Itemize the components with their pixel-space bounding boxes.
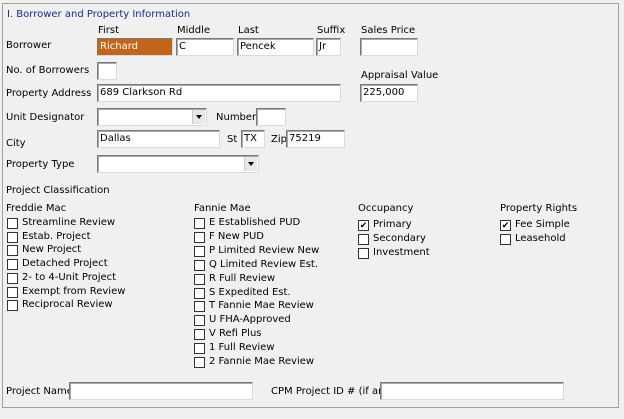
- appraisal-label: Appraisal Value: [361, 70, 439, 81]
- unit-designator-label: Unit Designator: [6, 112, 85, 123]
- section-title: I. Borrower and Property Information: [7, 9, 191, 20]
- cpm-project-id-field[interactable]: [380, 382, 564, 400]
- property-rights-checkbox-label: Fee Simple: [515, 219, 570, 230]
- header-first: First: [98, 25, 120, 36]
- fannie-mae-title: Fannie Mae: [194, 203, 251, 214]
- property-address-label: Property Address: [6, 88, 92, 99]
- property-address-field[interactable]: 689 Clarkson Rd: [97, 84, 341, 102]
- freddie-mac-checkbox-label: Reciprocal Review: [22, 299, 113, 311]
- occupancy-checkbox-label: Secondary: [373, 232, 426, 244]
- fannie-mae-checkbox-label: T Fannie Mae Review: [209, 300, 314, 312]
- fannie-mae-checkbox-label: U FHA-Approved: [209, 314, 291, 326]
- fannie-mae-checkbox-label: F New PUD: [209, 230, 264, 242]
- freddie-mac-checkbox-label: Estab. Project: [22, 230, 91, 242]
- fannie-mae-checkbox[interactable]: [194, 231, 205, 243]
- freddie-mac-checkbox[interactable]: [7, 245, 18, 257]
- unit-designator-dropdown[interactable]: [97, 108, 207, 126]
- header-middle: Middle: [177, 25, 211, 36]
- fannie-mae-checkbox[interactable]: [194, 329, 205, 341]
- property-type-label: Property Type: [6, 159, 75, 170]
- first-name-field[interactable]: Richard: [97, 38, 173, 56]
- fannie-mae-checkbox[interactable]: [194, 287, 205, 299]
- fannie-mae-checkbox[interactable]: [194, 301, 205, 313]
- fannie-mae-checkbox-label: 2 Fannie Mae Review: [209, 356, 315, 367]
- freddie-mac-checkbox[interactable]: [7, 272, 18, 284]
- suffix-field[interactable]: Jr: [316, 38, 341, 56]
- last-name-field[interactable]: Pencek: [237, 38, 314, 56]
- occupancy-title: Occupancy: [358, 203, 414, 214]
- zip-label: Zip: [271, 134, 287, 145]
- num-borrowers-label: No. of Borrowers: [6, 65, 90, 76]
- property-rights-checkbox-label: Leasehold: [515, 232, 566, 244]
- property-rights-checkbox[interactable]: [500, 220, 511, 231]
- fannie-mae-checkbox[interactable]: [194, 259, 205, 271]
- num-borrowers-field[interactable]: [97, 62, 117, 80]
- fannie-mae-checkbox[interactable]: [194, 218, 205, 229]
- city-label: City: [6, 138, 26, 149]
- property-type-dropdown[interactable]: [97, 155, 259, 173]
- fannie-mae-checkbox-label: E Established PUD: [209, 217, 301, 228]
- number-field[interactable]: [256, 108, 286, 126]
- freddie-mac-checkbox[interactable]: [7, 286, 18, 298]
- fannie-mae-checkbox[interactable]: [194, 315, 205, 327]
- number-label: Number: [216, 112, 257, 123]
- appraisal-field[interactable]: 225,000: [360, 84, 418, 102]
- fannie-mae-checkbox-label: P Limited Review New: [209, 244, 320, 256]
- freddie-mac-checkbox-label: 2- to 4-Unit Project: [22, 271, 117, 283]
- first-name-value: Richard: [98, 39, 172, 55]
- occupancy-checkbox[interactable]: [358, 233, 369, 245]
- middle-name-field[interactable]: C: [176, 38, 234, 56]
- occupancy-checkbox-label: Investment: [373, 246, 430, 258]
- chevron-down-icon[interactable]: [192, 110, 205, 124]
- freddie-mac-checkbox-label: Exempt from Review: [22, 285, 126, 297]
- project-name-field[interactable]: [69, 382, 253, 400]
- fannie-mae-checkbox-label: R Full Review: [209, 272, 276, 284]
- fannie-mae-checkbox[interactable]: [194, 245, 205, 257]
- cpm-project-id-label: CPM Project ID # (if any): [271, 386, 395, 397]
- project-classification-label: Project Classification: [6, 185, 110, 196]
- freddie-mac-checkbox[interactable]: [7, 218, 18, 229]
- header-last: Last: [238, 25, 259, 36]
- freddie-mac-checkbox[interactable]: [7, 259, 18, 271]
- st-label: St: [227, 134, 238, 145]
- freddie-mac-checkbox[interactable]: [7, 300, 18, 312]
- fannie-mae-checkbox[interactable]: [194, 273, 205, 285]
- borrower-label: Borrower: [6, 40, 52, 51]
- freddie-mac-checkbox[interactable]: [7, 231, 18, 243]
- chevron-down-icon[interactable]: [244, 157, 257, 171]
- fannie-mae-checkbox[interactable]: [194, 343, 205, 355]
- property-rights-title: Property Rights: [500, 203, 578, 214]
- freddie-mac-title: Freddie Mac: [6, 203, 67, 214]
- state-field[interactable]: TX: [241, 130, 265, 148]
- project-name-label: Project Name: [6, 386, 73, 397]
- sales-price-field[interactable]: [360, 38, 418, 56]
- occupancy-checkbox[interactable]: [358, 220, 369, 231]
- header-suffix: Suffix: [317, 25, 346, 36]
- zip-field[interactable]: 75219: [286, 130, 345, 148]
- occupancy-checkbox-label: Primary: [373, 219, 412, 230]
- property-rights-checkbox[interactable]: [500, 233, 511, 245]
- fannie-mae-checkbox-label: S Expedited Est.: [209, 286, 291, 298]
- city-field[interactable]: Dallas: [97, 130, 220, 148]
- fannie-mae-checkbox-label: 1 Full Review: [209, 342, 275, 354]
- freddie-mac-checkbox-label: New Project: [22, 244, 82, 256]
- fannie-mae-checkbox[interactable]: [194, 357, 205, 368]
- fannie-mae-checkbox-label: Q Limited Review Est.: [209, 258, 319, 270]
- freddie-mac-checkbox-label: Streamline Review: [22, 217, 116, 228]
- fannie-mae-checkbox-label: V Refi Plus: [209, 328, 262, 340]
- header-sales-price: Sales Price: [361, 25, 416, 36]
- freddie-mac-checkbox-label: Detached Project: [22, 258, 108, 270]
- occupancy-checkbox[interactable]: [358, 247, 369, 259]
